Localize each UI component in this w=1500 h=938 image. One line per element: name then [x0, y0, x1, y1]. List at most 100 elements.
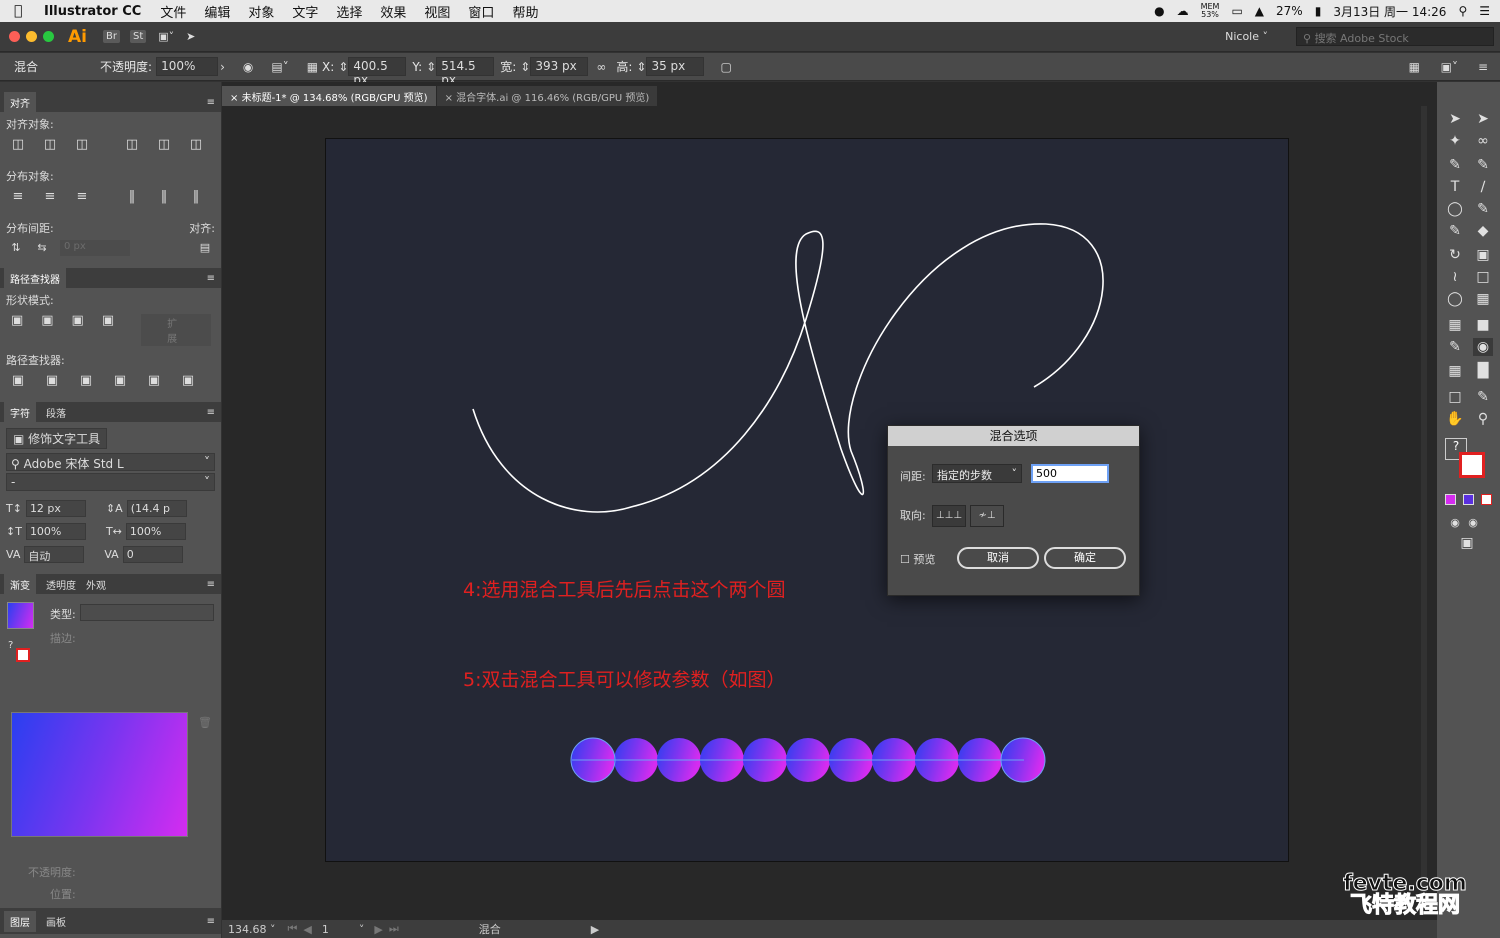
none-mode-icon[interactable]: [1481, 494, 1492, 505]
scale-tool-icon[interactable]: ▣: [1473, 246, 1493, 264]
panel-menu-icon[interactable]: ≡: [207, 97, 215, 108]
gradient-preview[interactable]: [11, 712, 188, 837]
type-tool-icon[interactable]: T: [1445, 178, 1465, 196]
draw-mode-icon[interactable]: ◉: [1445, 514, 1465, 532]
align-options-icon[interactable]: ▤˅: [271, 60, 288, 74]
x-field[interactable]: 400.5 px: [348, 57, 407, 87]
align-right-icon[interactable]: ◫: [74, 138, 90, 152]
align-hcenter-icon[interactable]: ◫: [42, 138, 58, 152]
minus-front-icon[interactable]: ▣: [40, 314, 54, 328]
chevron-down-icon[interactable]: ˅: [359, 923, 365, 936]
first-artboard-icon[interactable]: ⏮: [288, 922, 298, 936]
color-mode-icon[interactable]: [1445, 494, 1456, 505]
draw-inside-icon[interactable]: ◉: [1463, 514, 1483, 532]
status-menu-icon[interactable]: ▶: [591, 923, 599, 936]
ok-button[interactable]: 确定: [1044, 547, 1126, 569]
symbol-sprayer-tool-icon[interactable]: ▦: [1445, 362, 1465, 380]
distribute-bottom-icon[interactable]: ≡: [74, 190, 90, 204]
vertical-scrollbar[interactable]: [1421, 106, 1427, 902]
shaper-tool-icon[interactable]: ✎: [1445, 222, 1465, 240]
menu-view[interactable]: 视图: [424, 2, 450, 21]
menu-type[interactable]: 文字: [292, 2, 318, 21]
panel-menu-icon[interactable]: ≡: [207, 407, 215, 418]
distribute-hcenter-icon[interactable]: ‖: [156, 190, 172, 204]
leading-field[interactable]: (14.4 p: [126, 500, 187, 517]
app-name[interactable]: Illustrator CC: [44, 4, 141, 19]
merge-icon[interactable]: ▣: [78, 374, 94, 388]
magic-wand-tool-icon[interactable]: ✦: [1445, 132, 1465, 150]
width-field[interactable]: 393 px: [530, 57, 589, 76]
tab-paragraph[interactable]: 段落: [46, 405, 66, 420]
fill-stroke-widget[interactable]: ?: [1445, 438, 1485, 478]
close-window-button[interactable]: [9, 31, 20, 42]
stock-search-input[interactable]: ⚲ 搜索 Adobe Stock: [1296, 27, 1494, 46]
font-style-select[interactable]: - ˅: [6, 473, 215, 491]
gradient-tool-icon[interactable]: ■: [1473, 316, 1493, 334]
align-to-page-button[interactable]: ⊥⊥⊥: [932, 505, 966, 527]
slice-tool-icon[interactable]: ✎: [1473, 388, 1493, 406]
arrange-icon[interactable]: ▦: [1409, 60, 1420, 74]
free-transform-tool-icon[interactable]: □: [1473, 268, 1493, 286]
horizontal-scale-field[interactable]: 100%: [125, 523, 186, 540]
stock-button[interactable]: St: [129, 30, 147, 43]
gradient-swatch[interactable]: [7, 602, 34, 629]
stepper-icon[interactable]: ⇕: [520, 60, 530, 74]
prev-artboard-icon[interactable]: ◀: [303, 923, 311, 936]
distribute-right-icon[interactable]: ‖: [188, 190, 204, 204]
hand-tool-icon[interactable]: ✋: [1445, 410, 1465, 428]
tab-pathfinder[interactable]: 路径查找器: [4, 267, 66, 289]
opacity-field[interactable]: 100%: [156, 57, 219, 76]
stepper-icon[interactable]: ⇕: [426, 60, 436, 74]
menu-window[interactable]: 窗口: [468, 2, 494, 21]
stepper-icon[interactable]: ⇕: [338, 60, 348, 74]
perspective-tool-icon[interactable]: ▦: [1473, 290, 1493, 308]
zoom-window-button[interactable]: [43, 31, 54, 42]
close-icon[interactable]: ×: [445, 93, 453, 104]
spacing-field[interactable]: 0 px: [60, 240, 130, 256]
crop-icon[interactable]: ▣: [112, 374, 128, 388]
menu-object[interactable]: 对象: [248, 2, 274, 21]
close-icon[interactable]: ×: [230, 93, 238, 104]
gradient-mode-icon[interactable]: [1463, 494, 1474, 505]
align-to-selection-icon[interactable]: ▤: [197, 241, 213, 255]
preview-checkbox[interactable]: ☐ 预览: [900, 551, 935, 567]
next-artboard-icon[interactable]: ▶: [374, 923, 382, 936]
expand-button[interactable]: 扩展: [141, 314, 211, 346]
battery-text[interactable]: 27%: [1276, 4, 1303, 18]
align-to-path-button[interactable]: ≁⊥: [970, 505, 1004, 527]
menu-effect[interactable]: 效果: [380, 2, 406, 21]
width-tool-icon[interactable]: ≀: [1445, 268, 1465, 286]
vertical-spacing-icon[interactable]: ⇅: [8, 241, 24, 255]
distribute-vcenter-icon[interactable]: ≡: [42, 190, 58, 204]
tab-untitled[interactable]: × 未标题-1* @ 134.68% (RGB/GPU 预览): [222, 86, 436, 106]
intersect-icon[interactable]: ▣: [71, 314, 85, 328]
blend-tool-icon[interactable]: ◉: [1473, 338, 1493, 356]
tab-align[interactable]: 对齐: [4, 91, 36, 113]
fill-stroke-toggle[interactable]: ?: [8, 640, 34, 666]
spacing-select[interactable]: 指定的步数 ˅: [932, 464, 1022, 483]
height-field[interactable]: 35 px: [646, 57, 705, 76]
panel-menu-icon[interactable]: ≡: [207, 916, 215, 927]
distribute-left-icon[interactable]: ‖: [124, 190, 140, 204]
selection-tool-icon[interactable]: ➤: [1445, 110, 1465, 128]
touch-type-tool-button[interactable]: ▣ 修饰文字工具: [6, 428, 108, 449]
align-left-icon[interactable]: ◫: [10, 138, 26, 152]
zoom-tool-icon[interactable]: ⚲: [1473, 410, 1493, 428]
minus-back-icon[interactable]: ▣: [180, 374, 196, 388]
screen-mode-icon[interactable]: ▣: [1457, 534, 1477, 552]
mesh-tool-icon[interactable]: ▦: [1445, 316, 1465, 334]
y-field[interactable]: 514.5 px: [436, 57, 495, 87]
shape-builder-tool-icon[interactable]: ◯: [1445, 290, 1465, 308]
transform-icon[interactable]: ▢: [720, 60, 731, 74]
date-time[interactable]: 3月13日 周一 14:26: [1333, 3, 1446, 20]
last-artboard-icon[interactable]: ⏭: [389, 922, 399, 936]
tab-gradient[interactable]: 渐变: [4, 573, 36, 595]
tab-blend-font[interactable]: × 混合字体.ai @ 116.46% (RGB/GPU 预览): [436, 86, 658, 106]
wifi-icon[interactable]: ▲: [1255, 4, 1264, 18]
vertical-scale-field[interactable]: 100%: [25, 523, 86, 540]
gradient-type-select[interactable]: [80, 604, 214, 621]
minimize-window-button[interactable]: [26, 31, 37, 42]
steps-input[interactable]: 500: [1031, 464, 1109, 483]
panel-menu-icon[interactable]: ≡: [207, 273, 215, 284]
bridge-button[interactable]: Br: [102, 30, 120, 43]
